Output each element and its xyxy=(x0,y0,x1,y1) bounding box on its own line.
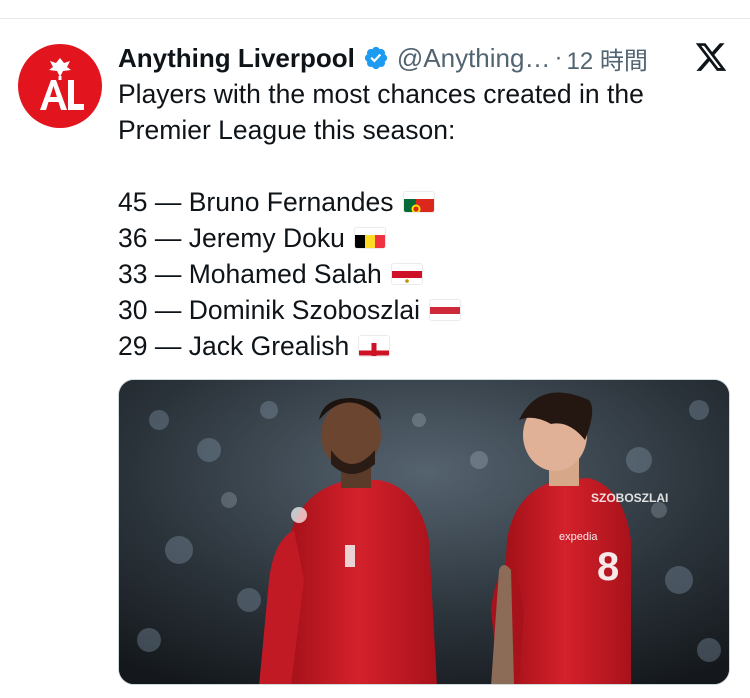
tweet-timestamp[interactable]: 12 時間 xyxy=(566,41,647,76)
top-divider xyxy=(0,18,750,19)
england-flag-icon xyxy=(359,336,390,356)
ranking-dash: — xyxy=(154,295,182,325)
ranking-count: 45 xyxy=(118,187,148,217)
ranking-line: 30 — Dominik Szoboszlai xyxy=(118,292,718,328)
ranking-player: Dominik Szoboszlai xyxy=(188,295,420,325)
x-logo-icon[interactable] xyxy=(694,40,728,74)
ranking-dash: — xyxy=(154,331,182,361)
egypt-flag-icon xyxy=(391,264,422,284)
ranking-line: 45 — Bruno Fernandes xyxy=(118,184,718,220)
verified-badge-icon xyxy=(364,46,387,70)
tweet-text-line: Players with the most chances created in… xyxy=(118,79,644,109)
ranking-count: 33 xyxy=(118,259,148,289)
sponsor-text: expedia xyxy=(559,531,598,543)
ranking-player: Jack Grealish xyxy=(188,331,350,361)
ranking-player: Jeremy Doku xyxy=(188,223,345,253)
author-display-name[interactable]: Anything Liverpool xyxy=(118,43,355,74)
ranking-dash: — xyxy=(154,259,182,289)
players-photo: expedia SZOBOSZLAI 8 xyxy=(119,380,729,684)
ranking-player: Mohamed Salah xyxy=(188,259,382,289)
avatar[interactable] xyxy=(18,44,102,128)
ranking-line: 33 — Mohamed Salah xyxy=(118,256,718,292)
tweet-text-line: Premier League this season: xyxy=(118,115,456,145)
tweet-media-photo[interactable]: expedia SZOBOSZLAI 8 xyxy=(118,379,730,685)
ranking-player: Bruno Fernandes xyxy=(188,187,394,217)
ranking-count: 29 xyxy=(118,331,148,361)
ranking-dash: — xyxy=(154,187,182,217)
portugal-flag-icon xyxy=(403,192,434,212)
anything-liverpool-logo xyxy=(40,58,84,110)
hungary-flag-icon xyxy=(429,300,460,320)
tweet-text: Players with the most chances created in… xyxy=(118,76,718,364)
shirt-number: 8 xyxy=(597,545,619,589)
author-handle[interactable]: @Anything… xyxy=(397,43,551,74)
header-separator: · xyxy=(554,44,563,71)
shirt-name: SZOBOSZLAI xyxy=(591,491,668,505)
ranking-dash: — xyxy=(154,223,182,253)
ranking-line: 36 — Jeremy Doku xyxy=(118,220,718,256)
tweet-header: Anything Liverpool @Anything… · 12 時間 xyxy=(118,38,730,78)
belgium-flag-icon xyxy=(354,228,385,248)
ranking-count: 36 xyxy=(118,223,148,253)
ranking-count: 30 xyxy=(118,295,148,325)
ranking-line: 29 — Jack Grealish xyxy=(118,328,718,364)
